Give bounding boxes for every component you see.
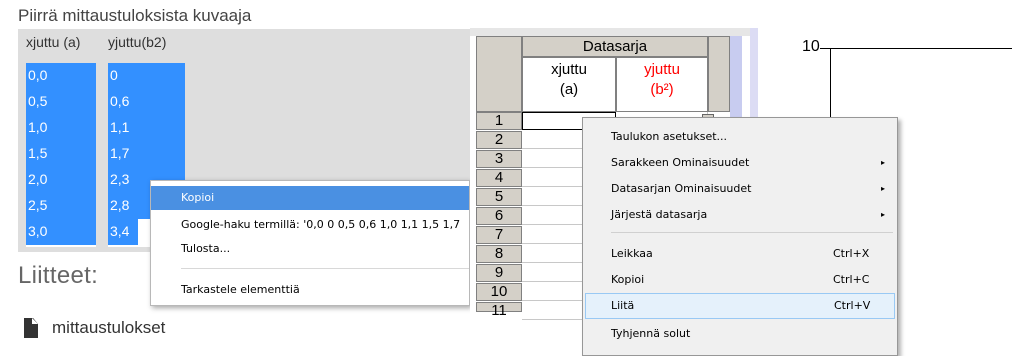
data-cell-b[interactable]: 1,1 (108, 115, 185, 141)
spreadsheet-corner (476, 36, 522, 112)
menu-separator (181, 268, 469, 269)
spreadsheet-header-filler (708, 36, 730, 112)
page-title: Piirrä mittaustuloksista kuvaaja (18, 6, 252, 25)
row-header[interactable]: 4 (476, 169, 522, 187)
menu-item-label: Sarakkeen Ominaisuudet (611, 156, 750, 169)
menu-item-label: Datasarjan Ominaisuudet (611, 182, 752, 195)
submenu-arrow-icon: ▸ (880, 158, 885, 167)
data-cell-b[interactable]: 0,6 (108, 89, 185, 115)
menu-item-google-search[interactable]: Google-haku termillä: '0,0 0 0,5 0,6 1,0… (151, 213, 469, 237)
data-cell-b[interactable]: 3,4 (108, 219, 138, 245)
data-cell-a[interactable]: 2,0 (26, 167, 96, 193)
menu-item-shortcut: Ctrl+X (833, 247, 870, 260)
column-header-line: xjuttu (551, 61, 587, 78)
group-header-datasarja[interactable]: Datasarja (522, 36, 708, 57)
browser-context-menu: Kopioi Google-haku termillä: '0,0 0 0,5 … (150, 180, 470, 306)
data-cell-b[interactable]: 0 (108, 63, 185, 89)
row-header[interactable]: 10 (476, 283, 522, 301)
column-header-line: yjuttu (644, 61, 680, 78)
submenu-arrow-icon: ▸ (880, 184, 885, 193)
row-header[interactable]: 8 (476, 245, 522, 263)
data-cell-a[interactable]: 0,5 (26, 89, 96, 115)
row-header[interactable]: 3 (476, 150, 522, 168)
menu-item-label: Leikkaa (611, 247, 653, 260)
spreadsheet-top-strip (470, 28, 750, 36)
menu-item-label: Liitä (611, 299, 635, 312)
data-cell-a[interactable]: 1,0 (26, 115, 96, 141)
menu-separator (611, 232, 893, 233)
column-header-yjuttu-b2[interactable]: yjuttu (b²) (616, 57, 708, 112)
menu-item-tulosta[interactable]: Tulosta... (151, 237, 469, 261)
menu-item-shortcut: Ctrl+V (834, 299, 871, 312)
menu-item-label: Tyhjennä solut (611, 327, 691, 340)
menu-item-taulukon-asetukset[interactable]: Taulukon asetukset... (585, 124, 895, 150)
spreadsheet-context-menu: Taulukon asetukset... Sarakkeen Ominaisu… (582, 117, 898, 356)
column-header-line: (a) (559, 81, 579, 98)
row-header[interactable]: 7 (476, 226, 522, 244)
data-cell-b[interactable]: 1,7 (108, 141, 185, 167)
menu-item-inspect[interactable]: Tarkastele elementtiä (151, 278, 469, 302)
file-icon (24, 318, 38, 338)
column-header-xjuttu-a[interactable]: xjuttu (a) (522, 57, 616, 112)
menu-item-sarakkeen-ominaisuudet[interactable]: Sarakkeen Ominaisuudet ▸ (585, 150, 895, 176)
column-header-xjuttu: xjuttu (a) (26, 34, 81, 50)
row-header[interactable]: 2 (476, 131, 522, 149)
menu-item-shortcut: Ctrl+C (833, 273, 870, 286)
row-header[interactable]: 1 (476, 112, 522, 130)
attachment-link-label[interactable]: mittaustulokset (52, 318, 165, 338)
data-cell-a[interactable]: 2,5 (26, 193, 96, 219)
column-header-yjuttu: yjuttu(b2) (108, 34, 167, 50)
y-axis-tick (820, 48, 830, 49)
menu-item-label: Järjestä datasarja (611, 208, 708, 221)
menu-item-jarjesta-datasarja[interactable]: Järjestä datasarja ▸ (585, 202, 895, 228)
column-header-line: (b²) (650, 81, 674, 98)
menu-item-tyhjenna-solut[interactable]: Tyhjennä solut (585, 321, 895, 347)
menu-item-leikkaa[interactable]: Leikkaa Ctrl+X (585, 241, 895, 267)
menu-item-label: Kopioi (611, 273, 645, 286)
row-header[interactable]: 11 (476, 302, 522, 319)
plot-top-border (830, 48, 1012, 49)
menu-item-label: Taulukon asetukset... (611, 130, 728, 143)
data-cell-a[interactable]: 3,0 (26, 219, 96, 245)
menu-item-kopioi-sheet[interactable]: Kopioi Ctrl+C (585, 267, 895, 293)
row-header[interactable]: 9 (476, 264, 522, 282)
row-header[interactable]: 5 (476, 188, 522, 206)
attachment-link[interactable]: mittaustulokset (24, 318, 165, 338)
y-axis-tick-label: 10 (802, 38, 820, 55)
data-cell-a[interactable]: 1,5 (26, 141, 96, 167)
submenu-arrow-icon: ▸ (880, 210, 885, 219)
menu-item-kopioi[interactable]: Kopioi (151, 186, 469, 210)
data-cell-a[interactable]: 0,0 (26, 63, 96, 89)
attachments-heading: Liitteet: (18, 262, 99, 289)
row-header[interactable]: 6 (476, 207, 522, 225)
menu-item-datasarjan-ominaisuudet[interactable]: Datasarjan Ominaisuudet ▸ (585, 176, 895, 202)
menu-item-liita[interactable]: Liitä Ctrl+V (585, 293, 895, 319)
